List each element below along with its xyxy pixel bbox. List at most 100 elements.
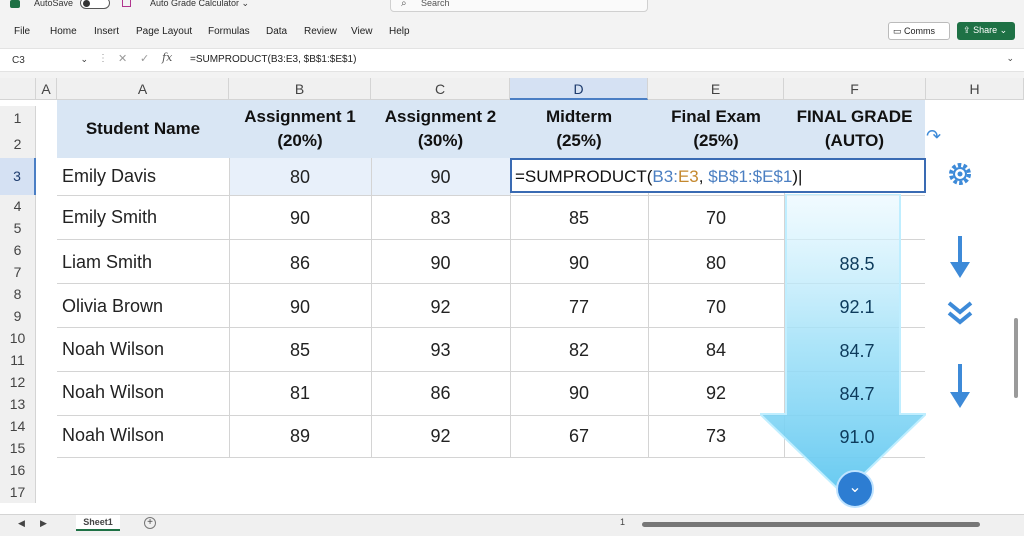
row-header-2[interactable]: 2 [0, 130, 36, 158]
chevron-down-circle-icon[interactable]: ⌄ [836, 470, 874, 508]
cell-final-grade[interactable]: 92.1 [818, 297, 896, 318]
name-box[interactable]: C3 ⌄ [4, 52, 90, 70]
header-student-name[interactable]: Student Name [57, 100, 229, 158]
menu-file[interactable]: File [14, 26, 30, 37]
comments-button[interactable]: ▭ Comms [888, 22, 950, 40]
column-header-d[interactable]: D [510, 78, 648, 100]
autosave-toggle[interactable] [80, 0, 110, 9]
row-header-3[interactable]: 3 [0, 158, 36, 195]
chevron-down-icon[interactable]: ⌄ [80, 54, 88, 65]
cell-midterm[interactable]: 90 [510, 383, 648, 404]
cell-final-grade[interactable]: 91.0 [818, 427, 896, 448]
cell-student-name[interactable]: Noah Wilson [62, 425, 164, 446]
insert-function-icon[interactable]: fx [162, 51, 172, 64]
confirm-icon[interactable]: ✓ [140, 52, 149, 65]
cell-midterm[interactable]: 67 [510, 426, 648, 447]
cell-assignment-2[interactable]: 90 [371, 167, 510, 188]
row-header-9[interactable]: 9 [0, 305, 36, 327]
cell-final-grade[interactable]: 84.7 [818, 341, 896, 362]
row-header-13[interactable]: 13 [0, 393, 36, 415]
document-title[interactable]: Auto Grade Calculator ⌄ [150, 0, 249, 9]
row-header-5[interactable]: 5 [0, 217, 36, 239]
menu-formulas[interactable]: Formulas [208, 26, 250, 37]
cell-student-name[interactable]: Liam Smith [62, 252, 152, 273]
column-header-b[interactable]: B [229, 78, 371, 100]
column-header-e[interactable]: E [648, 78, 784, 100]
row-header-4[interactable]: 4 [0, 195, 36, 217]
menu-insert[interactable]: Insert [94, 26, 119, 37]
cell-student-name[interactable]: Emily Smith [62, 207, 157, 228]
save-icon[interactable] [122, 0, 131, 7]
cell-assignment-1[interactable]: 80 [229, 167, 371, 188]
expand-formula-icon[interactable]: ⌄ [1006, 53, 1014, 64]
curved-arrow-icon: ↷ [926, 126, 942, 146]
share-icon: ⇪ [963, 25, 971, 35]
add-sheet-button[interactable]: + [144, 517, 156, 529]
horizontal-scrollbar[interactable] [642, 522, 980, 527]
row-header-15[interactable]: 15 [0, 437, 36, 459]
share-button[interactable]: ⇪ Share ⌄ [957, 22, 1015, 40]
cell-assignment-1[interactable]: 81 [229, 383, 371, 404]
column-header-c[interactable]: C [371, 78, 510, 100]
row-header-7[interactable]: 7 [0, 261, 36, 283]
cell-final-grade[interactable]: 88.5 [818, 254, 896, 275]
cell-assignment-1[interactable]: 85 [229, 340, 371, 361]
search-placeholder: Search [421, 0, 450, 8]
cell-assignment-2[interactable]: 92 [371, 297, 510, 318]
cell-student-name[interactable]: Noah Wilson [62, 339, 164, 360]
row-header-8[interactable]: 8 [0, 283, 36, 305]
header-assignment-2[interactable]: Assignment 2 (30%) [371, 100, 510, 158]
menu-help[interactable]: Help [389, 26, 410, 37]
select-all-corner[interactable] [0, 78, 36, 100]
column-header-f[interactable]: F [784, 78, 926, 100]
formula-input[interactable]: =SUMPRODUCT(B3:E3, $B$1:$E$1) [190, 54, 356, 65]
sheet-tab[interactable]: Sheet1 [76, 515, 120, 531]
double-chevron-down-icon [947, 301, 973, 325]
cell-assignment-2[interactable]: 93 [371, 340, 510, 361]
vertical-scrollbar[interactable] [1012, 178, 1020, 408]
cell-midterm[interactable]: 82 [510, 340, 648, 361]
row-header-6[interactable]: 6 [0, 239, 36, 261]
menu-page-layout[interactable]: Page Layout [136, 26, 192, 37]
cell-assignment-1[interactable]: 90 [229, 208, 371, 229]
active-cell-editor[interactable]: =SUMPRODUCT(B3:E3, $B$1:$E$1)| [510, 158, 926, 193]
row-header-14[interactable]: 14 [0, 415, 36, 437]
row-header-1[interactable]: 1 [0, 106, 36, 130]
cancel-icon[interactable]: ✕ [118, 52, 127, 65]
cell-assignment-1[interactable]: 90 [229, 297, 371, 318]
cell-assignment-1[interactable]: 86 [229, 253, 371, 274]
autosave-label: AutoSave [34, 0, 74, 8]
menu-data[interactable]: Data [266, 26, 287, 37]
search-box[interactable]: ⌕ Search [390, 0, 648, 12]
cell-midterm[interactable]: 77 [510, 297, 648, 318]
header-final-exam[interactable]: Final Exam (25%) [648, 100, 784, 158]
cell-midterm[interactable]: 90 [510, 253, 648, 274]
cell-student-name[interactable]: Noah Wilson [62, 382, 164, 403]
menu-home[interactable]: Home [50, 26, 77, 37]
cell-final-grade[interactable]: 84.7 [818, 384, 896, 405]
menu-view[interactable]: View [351, 26, 373, 37]
header-assignment-1[interactable]: Assignment 1 (20%) [229, 100, 371, 158]
row-header-10[interactable]: 10 [0, 327, 36, 349]
header-final-grade[interactable]: FINAL GRADE (AUTO) [784, 100, 925, 158]
header-midterm[interactable]: Midterm (25%) [510, 100, 648, 158]
row-header-16[interactable]: 16 [0, 459, 36, 481]
row-header-17[interactable]: 17 [0, 481, 36, 503]
cell-midterm[interactable]: 85 [510, 208, 648, 229]
row-header-12[interactable]: 12 [0, 371, 36, 393]
column-header-h[interactable]: H [926, 78, 1024, 100]
chevron-right-icon[interactable]: ▶ [40, 518, 47, 529]
more-icon: ⋮ [98, 53, 108, 64]
cell-assignment-2[interactable]: 92 [371, 426, 510, 447]
chevron-left-icon[interactable]: ◀ [18, 518, 25, 529]
cell-assignment-2[interactable]: 90 [371, 253, 510, 274]
cell-assignment-2[interactable]: 86 [371, 383, 510, 404]
row-header-11[interactable]: 11 [0, 349, 36, 371]
cell-assignment-2[interactable]: 83 [371, 208, 510, 229]
column-header-a[interactable]: A [57, 78, 229, 100]
column-header-a-narrow[interactable]: A [36, 78, 57, 100]
menu-review[interactable]: Review [304, 26, 337, 37]
cell-assignment-1[interactable]: 89 [229, 426, 371, 447]
cell-student-name[interactable]: Emily Davis [62, 166, 156, 187]
cell-student-name[interactable]: Olivia Brown [62, 296, 163, 317]
